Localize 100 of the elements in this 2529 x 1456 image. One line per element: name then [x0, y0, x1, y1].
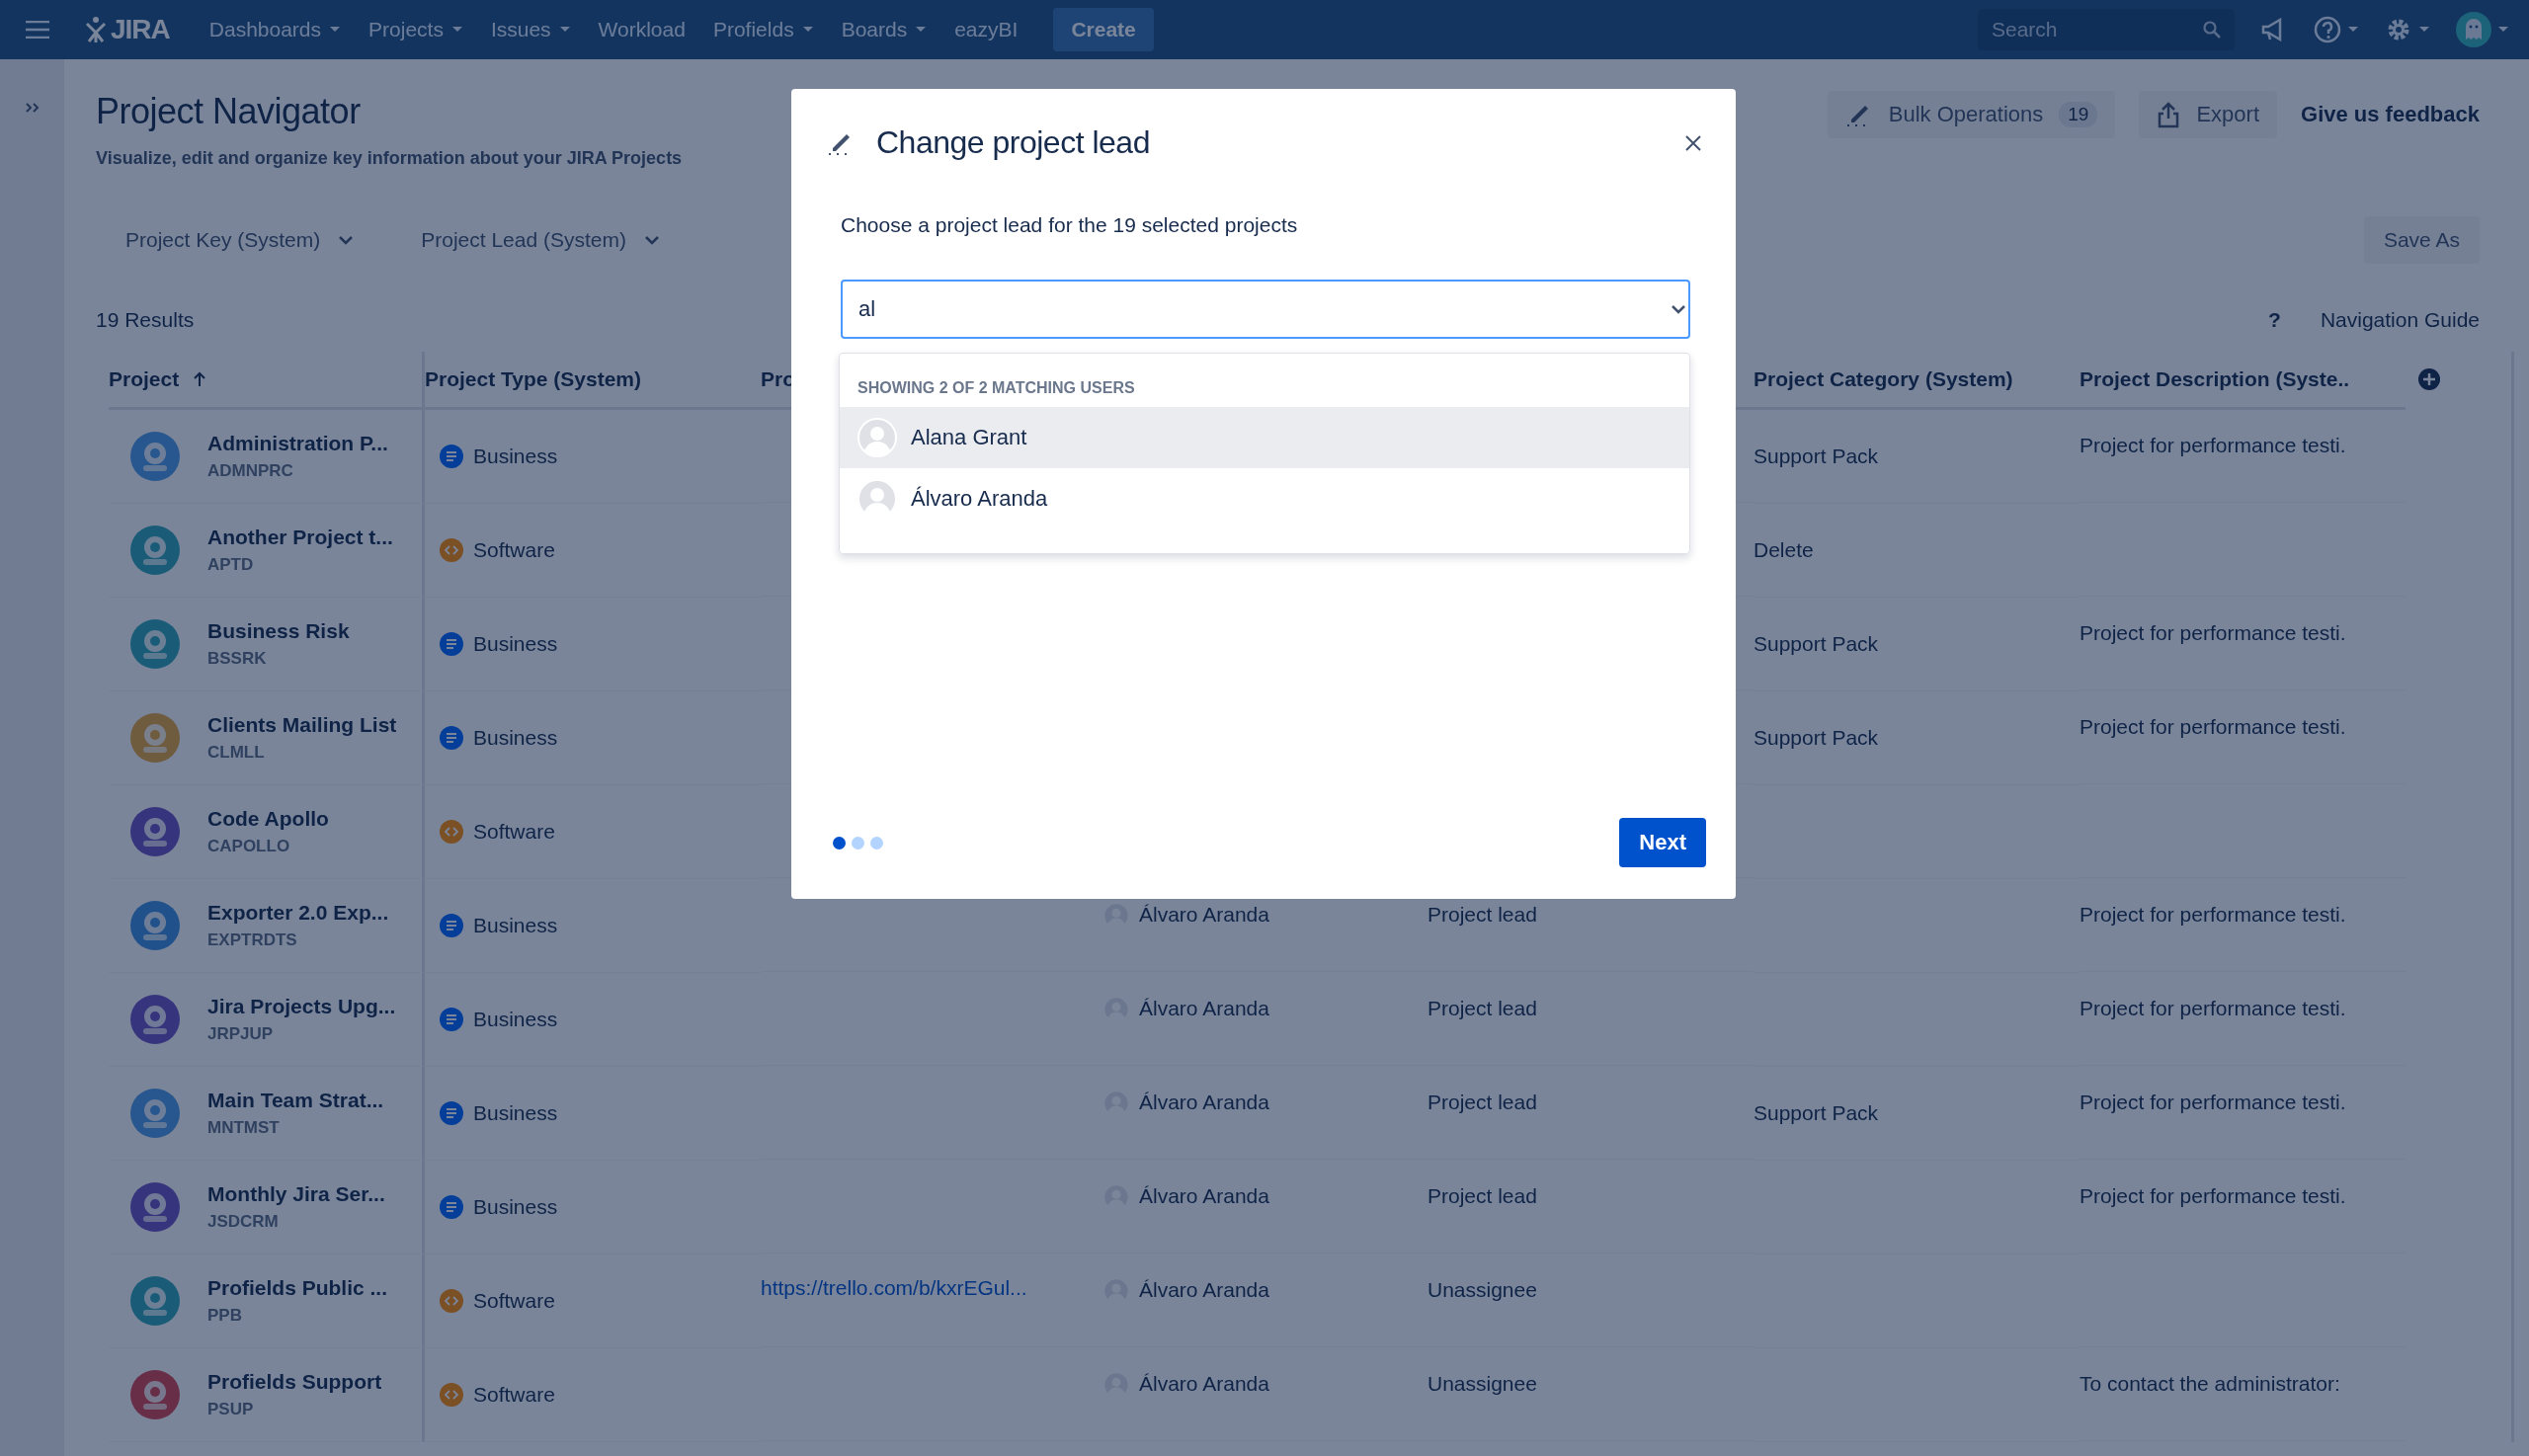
project-name[interactable]: Another Project t... [207, 526, 393, 549]
feedback-link[interactable]: Give us feedback [2301, 102, 2480, 127]
user-search-field[interactable]: al [841, 280, 1690, 339]
project-lead: Álvaro Aranda [1139, 903, 1269, 927]
caret-icon [558, 26, 571, 34]
caret-icon [915, 26, 928, 34]
project-avatar-icon [130, 1089, 180, 1138]
project-category: Support Pack [1754, 445, 1879, 468]
project-key: EXPTRDTS [207, 930, 389, 950]
project-name[interactable]: Business Risk [207, 619, 350, 643]
project-type: Business [473, 632, 558, 656]
table-cell: Project lead [1428, 997, 1537, 1020]
user-avatar-icon[interactable] [2456, 12, 2491, 47]
url-link[interactable]: https://trello.com/b/kxrEGul... [761, 1276, 1027, 1300]
project-name[interactable]: Jira Projects Upg... [207, 995, 396, 1018]
caret-icon [329, 26, 342, 34]
project-lead: Álvaro Aranda [1139, 1278, 1269, 1302]
project-category: Support Pack [1754, 1101, 1879, 1125]
project-type: Business [473, 445, 558, 468]
project-category: Support Pack [1754, 726, 1879, 750]
help-link[interactable]: ? [2268, 308, 2281, 332]
user-avatar-icon [857, 479, 897, 519]
results-count: 19 Results [96, 308, 195, 332]
help-icon[interactable] [2314, 16, 2341, 43]
project-name[interactable]: Clients Mailing List [207, 713, 397, 737]
caret-icon [801, 26, 814, 34]
sort-arrow-icon[interactable] [193, 371, 207, 387]
nav-menu-item[interactable]: Projects [355, 18, 477, 41]
create-button[interactable]: Create [1053, 8, 1154, 51]
filter-dropdown[interactable]: Project Lead (System) [421, 228, 660, 252]
project-key: ADMNPRC [207, 461, 388, 481]
page-title: Project Navigator [96, 91, 362, 132]
export-button[interactable]: Export [2139, 91, 2277, 138]
project-key: MNTMST [207, 1118, 384, 1138]
project-key: PPB [207, 1306, 388, 1326]
project-name[interactable]: Main Team Strat... [207, 1089, 384, 1112]
project-key: BSSRK [207, 649, 350, 669]
project-avatar-icon [130, 1276, 180, 1326]
nav-menu-item[interactable]: Profields [698, 18, 828, 41]
project-avatar-icon [130, 432, 180, 481]
share-icon [2157, 101, 2181, 128]
bulk-operations-button[interactable]: Bulk Operations 19 [1827, 91, 2116, 138]
menu-icon[interactable] [26, 21, 49, 39]
count-badge: 19 [2059, 102, 2098, 127]
column-header[interactable]: Project Category (System) [1754, 367, 2013, 391]
project-name[interactable]: Exporter 2.0 Exp... [207, 901, 389, 925]
column-header[interactable]: Project [109, 367, 180, 391]
project-name[interactable]: Monthly Jira Ser... [207, 1182, 385, 1206]
table-cell: Project lead [1428, 1091, 1537, 1114]
logo-text[interactable]: JIRA [111, 14, 170, 45]
table-cell: Unassignee [1428, 1278, 1537, 1302]
project-key: CLMLL [207, 743, 397, 763]
user-option[interactable]: Álvaro Aranda [840, 468, 1689, 529]
save-as-button[interactable]: Save As [2363, 216, 2480, 264]
table-cell: Project lead [1428, 1184, 1537, 1208]
project-description: Project for performance testi. [2080, 434, 2346, 457]
project-name[interactable]: Profields Support [207, 1370, 382, 1394]
chevron-down-icon [1671, 304, 1686, 314]
project-type: Business [473, 726, 558, 750]
caret-icon [2418, 26, 2430, 34]
project-name[interactable]: Code Apollo [207, 807, 329, 831]
nav-menu-item[interactable]: Issues [476, 18, 585, 41]
nav-menu-item[interactable]: Dashboards [195, 18, 356, 41]
nav-menu-item[interactable]: Workload [584, 18, 699, 41]
project-type: Business [473, 1195, 558, 1219]
add-column-icon[interactable] [2417, 367, 2441, 391]
project-name[interactable]: Profields Public ... [207, 1276, 388, 1300]
project-avatar-icon [130, 901, 180, 950]
filter-dropdown[interactable]: Project Key (System) [125, 228, 355, 252]
search-icon [2203, 21, 2221, 39]
table-cell: Project lead [1428, 903, 1537, 927]
next-button[interactable]: Next [1619, 818, 1706, 867]
navigation-guide-link[interactable]: Navigation Guide [2320, 308, 2480, 332]
project-description: Project for performance testi. [2080, 621, 2346, 645]
project-description: Project for performance testi. [2080, 715, 2346, 739]
column-header[interactable]: Project Type (System) [425, 367, 641, 391]
project-name[interactable]: Administration P... [207, 432, 388, 455]
project-lead: Álvaro Aranda [1139, 997, 1269, 1020]
expand-icon[interactable] [24, 101, 41, 115]
caret-icon [450, 26, 463, 34]
project-description: To contact the administrator: [2080, 1372, 2340, 1396]
nav-menu-item[interactable]: eazyBI [940, 18, 1032, 41]
project-key: JRPJUP [207, 1024, 396, 1044]
project-lead: Álvaro Aranda [1139, 1091, 1269, 1114]
project-avatar-icon [130, 526, 180, 575]
chevron-down-icon [643, 235, 660, 245]
project-category: Delete [1754, 538, 1814, 562]
dialog-instruction: Choose a project lead for the 19 selected projects [841, 213, 1299, 237]
project-lead: Álvaro Aranda [1139, 1372, 1269, 1396]
project-description: Project for performance testi. [2080, 997, 2346, 1020]
search-field[interactable]: Search [1978, 9, 2235, 50]
project-type: Software [473, 538, 555, 562]
caret-icon [2497, 26, 2509, 34]
nav-menu-item[interactable]: Boards [827, 18, 941, 41]
project-avatar-icon [130, 807, 180, 856]
user-avatar-icon [857, 418, 897, 457]
logo-figure-icon [85, 16, 107, 43]
column-header[interactable]: Project Description (Syste.. [2080, 367, 2350, 391]
user-option[interactable]: Alana Grant [840, 407, 1689, 468]
project-category: Support Pack [1754, 632, 1879, 656]
